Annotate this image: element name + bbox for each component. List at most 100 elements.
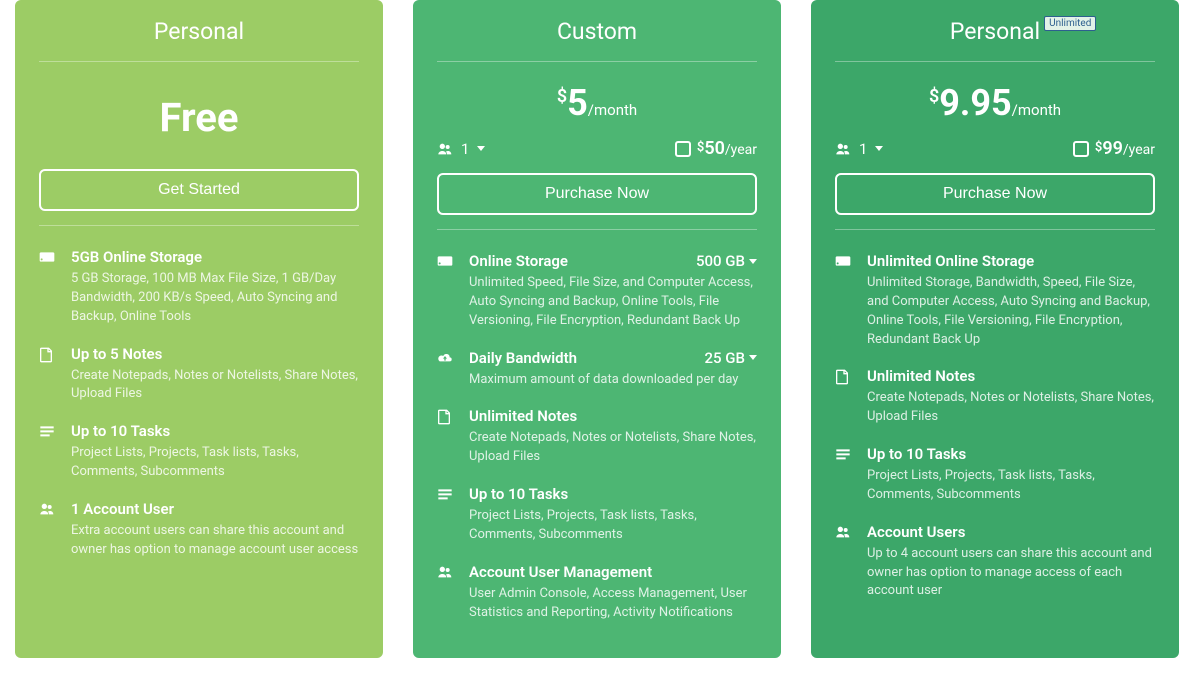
- yearly-toggle[interactable]: $50/year: [675, 138, 757, 159]
- price-period: /month: [1012, 101, 1061, 119]
- feature-title: Daily Bandwidth: [469, 349, 577, 367]
- feature-header: Up to 5 Notes: [71, 345, 359, 363]
- tasks-icon: [835, 445, 853, 505]
- feature-list: Unlimited Online StorageUnlimited Storag…: [835, 242, 1155, 609]
- feature-header: Up to 10 Tasks: [867, 445, 1155, 463]
- note-icon: [437, 407, 455, 467]
- feature-body: Account User ManagementUser Admin Consol…: [469, 563, 757, 623]
- feature-item: Unlimited Online StorageUnlimited Storag…: [835, 242, 1155, 357]
- feature-description: User Admin Console, Access Management, U…: [469, 581, 757, 623]
- feature-title: 1 Account User: [71, 500, 174, 518]
- tasks-icon: [437, 485, 455, 545]
- feature-body: Up to 5 NotesCreate Notepads, Notes or N…: [71, 345, 359, 405]
- feature-title: 5GB Online Storage: [71, 248, 202, 266]
- feature-description: Create Notepads, Notes or Notelists, Sha…: [469, 425, 757, 467]
- feature-header: Account User Management: [469, 563, 757, 581]
- chevron-down-icon: [749, 259, 757, 264]
- divider: [437, 229, 757, 230]
- feature-body: Up to 10 TasksProject Lists, Projects, T…: [469, 485, 757, 545]
- plan-title: Custom: [437, 18, 757, 57]
- feature-description: Up to 4 account users can share this acc…: [867, 541, 1155, 602]
- price-period: /month: [588, 101, 637, 119]
- pricing-row: Personal Free Get Started 5GB Online Sto…: [0, 0, 1194, 658]
- feature-header: Up to 10 Tasks: [469, 485, 757, 503]
- feature-value: 25 GB: [705, 349, 745, 367]
- cloud-icon: [437, 349, 455, 390]
- users-icon: [437, 142, 453, 156]
- feature-description: Create Notepads, Notes or Notelists, Sha…: [71, 363, 359, 405]
- feature-item: Unlimited NotesCreate Notepads, Notes or…: [835, 357, 1155, 435]
- feature-description: Unlimited Storage, Bandwidth, Speed, Fil…: [867, 270, 1155, 349]
- feature-title: Up to 10 Tasks: [867, 445, 966, 463]
- feature-header: Daily Bandwidth 25 GB: [469, 349, 757, 367]
- feature-body: Daily Bandwidth25 GBMaximum amount of da…: [469, 349, 757, 390]
- feature-header: Online Storage 500 GB: [469, 252, 757, 270]
- feature-description: Unlimited Speed, File Size, and Computer…: [469, 270, 757, 331]
- feature-title: Up to 10 Tasks: [469, 485, 568, 503]
- hdd-icon: [437, 252, 455, 331]
- divider: [39, 61, 359, 62]
- feature-item: Unlimited NotesCreate Notepads, Notes or…: [437, 397, 757, 475]
- feature-body: Online Storage 500 GBUnlimited Speed, Fil…: [469, 252, 757, 331]
- feature-body: Unlimited NotesCreate Notepads, Notes or…: [867, 367, 1155, 427]
- feature-title: Up to 10 Tasks: [71, 422, 170, 440]
- feature-item: Account User ManagementUser Admin Consol…: [437, 553, 757, 631]
- users-value: 1: [859, 140, 867, 158]
- options-row: 1 $99/year: [835, 132, 1155, 173]
- get-started-button[interactable]: Get Started: [39, 169, 359, 211]
- divider: [437, 61, 757, 62]
- plan-price: $9.95/month: [835, 74, 1155, 132]
- unlimited-badge: Unlimited: [1044, 16, 1096, 31]
- plan-title: PersonalUnlimited: [835, 18, 1155, 57]
- users-selector[interactable]: 1: [835, 140, 883, 158]
- checkbox-icon: [1073, 141, 1089, 157]
- feature-title: Unlimited Online Storage: [867, 252, 1034, 270]
- feature-body: 1 Account UserExtra account users can sh…: [71, 500, 359, 560]
- users-selector[interactable]: 1: [437, 140, 485, 158]
- chevron-down-icon: [749, 355, 757, 360]
- purchase-now-button[interactable]: Purchase Now: [437, 173, 757, 215]
- chevron-down-icon: [477, 146, 485, 151]
- feature-description: 5 GB Storage, 100 MB Max File Size, 1 GB…: [71, 266, 359, 327]
- feature-value: 500 GB: [696, 252, 745, 270]
- yearly-period: /year: [725, 142, 757, 158]
- yearly-amount: 50: [704, 138, 725, 159]
- feature-item: Up to 5 NotesCreate Notepads, Notes or N…: [39, 335, 359, 413]
- feature-title: Online Storage: [469, 252, 568, 270]
- feature-description: Project Lists, Projects, Task lists, Tas…: [469, 503, 757, 545]
- plan-card-free: Personal Free Get Started 5GB Online Sto…: [15, 0, 383, 658]
- feature-description: Extra account users can share this accou…: [71, 518, 359, 560]
- feature-list: 5GB Online Storage5 GB Storage, 100 MB M…: [39, 238, 359, 568]
- plan-card-premium: PersonalUnlimited $9.95/month 1 $99/year…: [811, 0, 1179, 658]
- feature-body: Account UsersUp to 4 account users can s…: [867, 523, 1155, 602]
- feature-header: Account Users: [867, 523, 1155, 541]
- yearly-amount: 99: [1102, 138, 1123, 159]
- tasks-icon: [39, 422, 57, 482]
- feature-item: Online Storage 500 GBUnlimited Speed, Fil…: [437, 242, 757, 339]
- currency-symbol: $: [557, 86, 567, 107]
- feature-header: Unlimited Online Storage: [867, 252, 1155, 270]
- feature-description: Project Lists, Projects, Task lists, Tas…: [867, 463, 1155, 505]
- purchase-now-button[interactable]: Purchase Now: [835, 173, 1155, 215]
- feature-value-selector[interactable]: 500 GB: [696, 252, 757, 270]
- feature-header: 1 Account User: [71, 500, 359, 518]
- feature-body: 5GB Online Storage5 GB Storage, 100 MB M…: [71, 248, 359, 327]
- feature-title: Unlimited Notes: [867, 367, 975, 385]
- feature-body: Up to 10 TasksProject Lists, Projects, T…: [71, 422, 359, 482]
- users-value: 1: [461, 140, 469, 158]
- feature-body: Unlimited NotesCreate Notepads, Notes or…: [469, 407, 757, 467]
- feature-value-selector[interactable]: 25 GB: [705, 349, 757, 367]
- hdd-icon: [39, 248, 57, 327]
- feature-list: Online Storage 500 GBUnlimited Speed, Fil…: [437, 242, 757, 630]
- feature-title: Unlimited Notes: [469, 407, 577, 425]
- note-icon: [835, 367, 853, 427]
- users-icon: [39, 500, 57, 560]
- users-icon: [835, 142, 851, 156]
- feature-header: Unlimited Notes: [469, 407, 757, 425]
- plan-title: Personal: [39, 18, 359, 57]
- yearly-toggle[interactable]: $99/year: [1073, 138, 1155, 159]
- price-amount: 9.95: [939, 82, 1011, 124]
- feature-description: Create Notepads, Notes or Notelists, Sha…: [867, 385, 1155, 427]
- feature-item: Up to 10 TasksProject Lists, Projects, T…: [39, 412, 359, 490]
- users-icon: [437, 563, 455, 623]
